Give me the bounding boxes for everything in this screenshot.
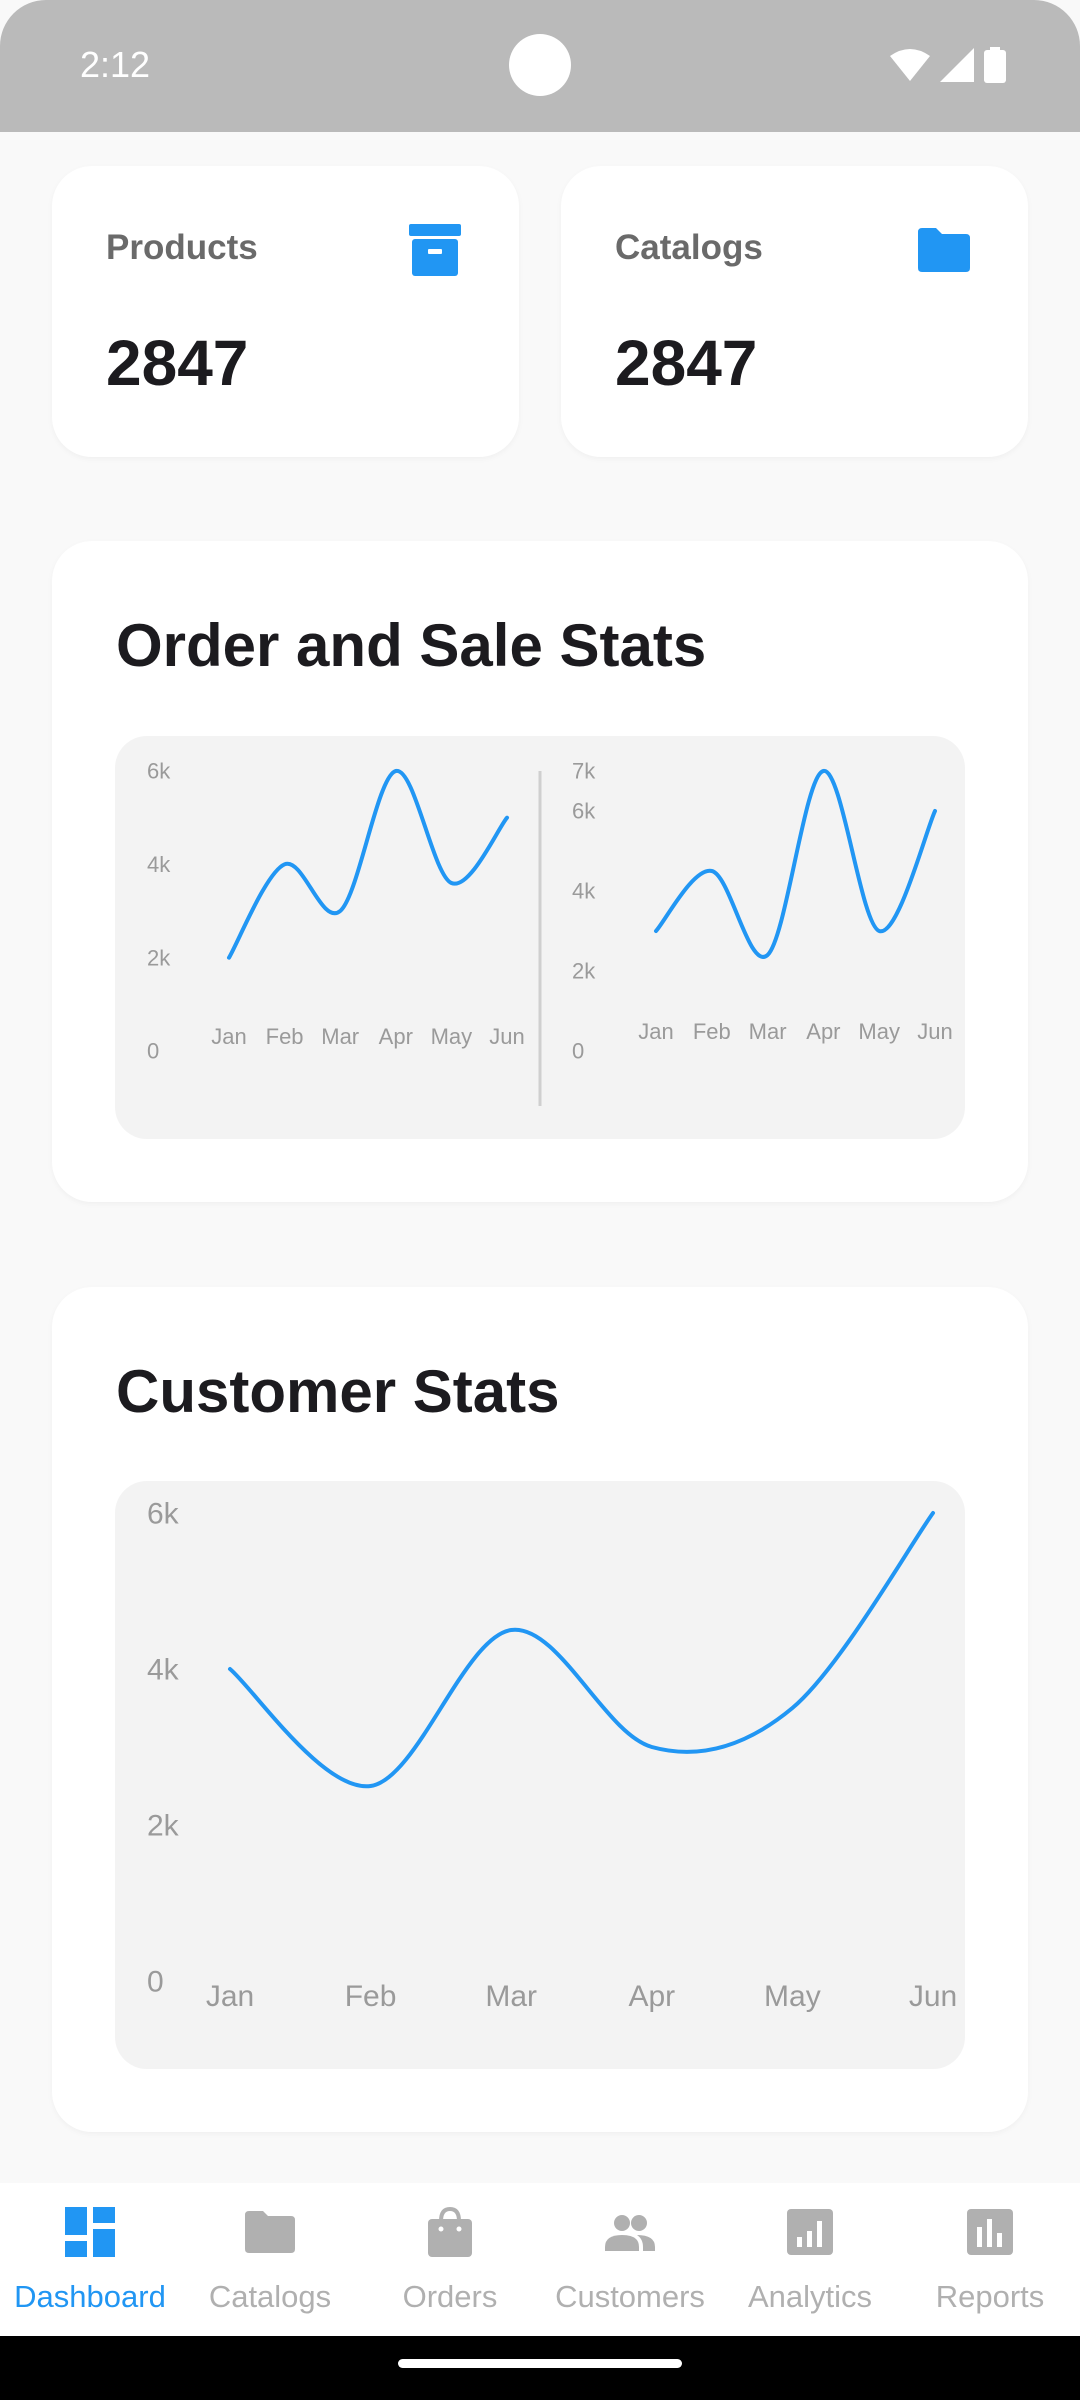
customer-chart-x-label: Feb [345, 1980, 397, 2013]
catalogs-label: Catalogs [615, 228, 763, 267]
catalogs-card[interactable]: Catalogs 2847 [561, 166, 1028, 457]
customer-chart-y-tick: 2k [147, 1810, 180, 1843]
nav-orders[interactable]: Orders [360, 2183, 540, 2336]
customer-stats-title: Customer Stats [116, 1358, 560, 1425]
orders-chart-y-tick: 4k [572, 879, 596, 904]
products-label: Products [106, 228, 258, 267]
dashboard-icon [65, 2207, 115, 2257]
status-time: 2:12 [80, 44, 151, 85]
orders-chart-x-label: Apr [806, 1019, 840, 1044]
nav-orders-label: Orders [402, 2279, 498, 2314]
orders-chart-x-label: May [858, 1019, 900, 1044]
bar-chart-icon [967, 2209, 1013, 2255]
folder-icon [918, 228, 970, 272]
sales-chart-x-label: Mar [321, 1024, 359, 1049]
orders-chart-x-label: Feb [693, 1019, 731, 1044]
orders-chart-x-label: Jan [638, 1019, 673, 1044]
customer-chart-x-label: May [764, 1980, 821, 2013]
nav-reports[interactable]: Reports [900, 2183, 1080, 2336]
sales-chart-y-tick: 0 [147, 1039, 159, 1064]
sales-chart-y-tick: 2k [147, 945, 171, 970]
customer-chart-x-label: Apr [628, 1980, 675, 2013]
sales-chart-x-label: Apr [379, 1024, 413, 1049]
status-icons [890, 46, 1006, 84]
nav-dashboard[interactable]: Dashboard [0, 2183, 180, 2336]
nav-customers[interactable]: Customers [540, 2183, 720, 2336]
people-icon [605, 2215, 655, 2251]
orders-chart-x-label: Mar [749, 1019, 787, 1044]
bottom-navigation: Dashboard Catalogs Orders Customers Anal… [0, 2183, 1080, 2336]
archive-icon [409, 224, 461, 276]
shopping-bag-icon [428, 2206, 472, 2257]
order-sale-charts-svg: 0 2k 4k 6k Jan Feb Mar Apr May Jun 0 2k 4k 6k 7k Jan Feb… [147, 759, 953, 1106]
customer-stats-card: Customer Stats 0 2k 4k 6k Jan Feb Mar Apr May Jun [52, 1287, 1028, 2132]
nav-catalogs[interactable]: Catalogs [180, 2183, 360, 2336]
orders-chart-y-tick: 6k [572, 799, 596, 824]
sales-chart-x-label: Jan [211, 1024, 246, 1049]
customer-chart-y-tick: 0 [147, 1966, 164, 1999]
customer-chart: 0 2k 4k 6k Jan Feb Mar Apr May Jun [115, 1481, 965, 2069]
nav-reports-label: Reports [935, 2279, 1045, 2314]
nav-analytics[interactable]: Analytics [720, 2183, 900, 2336]
sales-chart-y-tick: 4k [147, 852, 171, 877]
sales-chart-x-label: May [431, 1024, 473, 1049]
order-sale-stats-title: Order and Sale Stats [116, 612, 707, 679]
customer-chart-x-label: Jan [206, 1980, 254, 2013]
order-sale-charts: 0 2k 4k 6k Jan Feb Mar Apr May Jun 0 2k 4k 6k 7k Jan Feb… [115, 736, 965, 1139]
orders-chart-y-tick: 7k [572, 759, 596, 784]
customer-chart-series-line [228, 1511, 935, 1789]
home-gesture-handle[interactable] [398, 2359, 682, 2368]
sales-chart-series-line [227, 769, 509, 960]
sales-chart-x-label: Feb [266, 1024, 304, 1049]
order-sale-stats-card: Order and Sale Stats 0 2k 4k 6k Jan Feb Mar Apr… [52, 541, 1028, 1202]
customer-chart-x-label: Mar [485, 1980, 537, 2013]
products-value: 2847 [106, 327, 249, 399]
customer-chart-y-tick: 6k [147, 1498, 180, 1531]
analytics-icon [787, 2209, 833, 2255]
customer-chart-x-label: Jun [909, 1980, 957, 2013]
nav-analytics-label: Analytics [747, 2279, 873, 2314]
signal-icon [940, 48, 974, 82]
sales-chart-x-label: Jun [489, 1024, 524, 1049]
orders-chart-x-label: Jun [917, 1019, 952, 1044]
nav-customers-label: Customers [555, 2279, 705, 2314]
orders-chart-series-line [654, 769, 937, 959]
products-card[interactable]: Products 2847 [52, 166, 519, 457]
wifi-icon [890, 49, 930, 81]
nav-dashboard-label: Dashboard [14, 2279, 166, 2314]
sales-chart-y-tick: 6k [147, 759, 171, 784]
customer-chart-y-tick: 4k [147, 1654, 180, 1687]
catalogs-value: 2847 [615, 327, 758, 399]
nav-catalogs-label: Catalogs [208, 2279, 332, 2314]
status-bar: 2:12 [0, 0, 1080, 132]
camera-cutout [509, 34, 571, 96]
gesture-bar [0, 2336, 1080, 2400]
orders-chart-y-tick: 2k [572, 959, 596, 984]
customer-chart-svg: 0 2k 4k 6k Jan Feb Mar Apr May Jun [147, 1498, 957, 2014]
folder-icon [245, 2211, 295, 2253]
battery-icon [984, 47, 1006, 83]
orders-chart-y-tick: 0 [572, 1039, 584, 1064]
